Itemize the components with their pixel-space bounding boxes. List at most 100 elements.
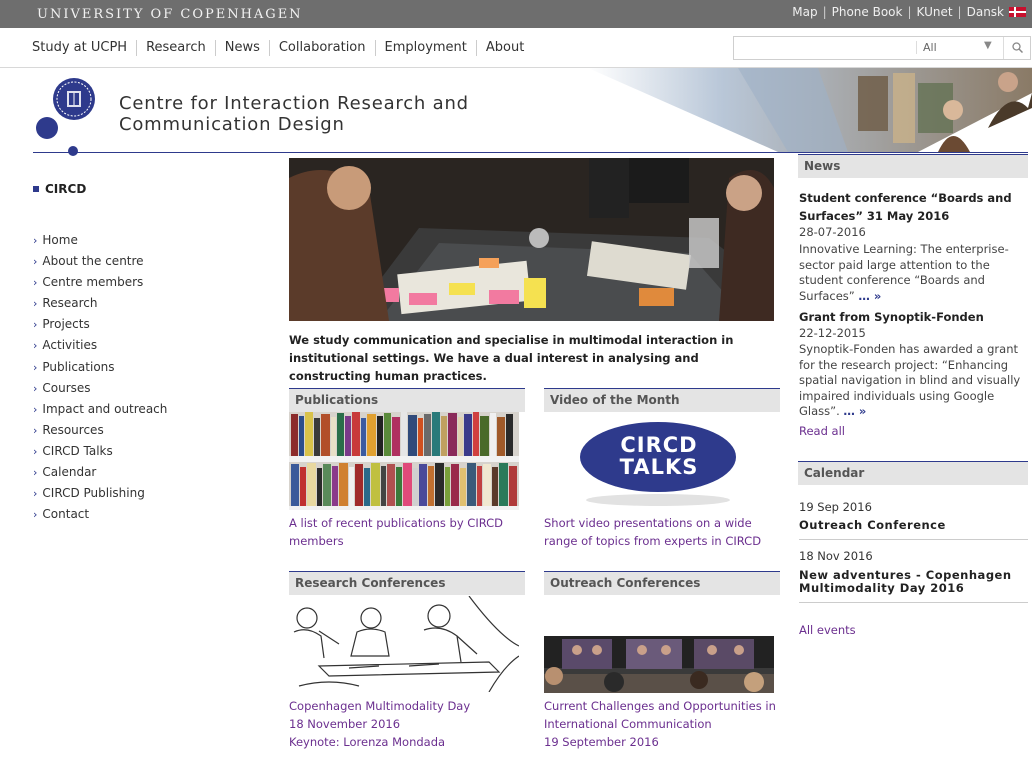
hero-photo-meeting — [289, 158, 774, 321]
outreach-conference-link-line3: 19 September 2016 — [544, 735, 659, 749]
publications-bookshelf-image[interactable] — [289, 412, 519, 510]
video-link[interactable]: Short video presentations on a wide rang… — [544, 514, 769, 550]
decorative-dot — [68, 146, 78, 156]
read-all-link[interactable]: Read all — [799, 424, 845, 438]
chevron-right-icon: › — [33, 381, 38, 395]
news-item-text: Innovative Learning: The enterprise-sect… — [799, 242, 1029, 304]
leftnav-item-resources[interactable]: › Resources — [33, 423, 167, 444]
nav-collaboration[interactable]: Collaboration — [268, 40, 375, 56]
leftnav-label: CIRCD Publishing — [42, 486, 145, 501]
leftnav-item-calendar[interactable]: › Calendar — [33, 465, 167, 486]
leftnav-label: Publications — [42, 359, 115, 374]
leftnav-item-members[interactable]: › Centre members — [33, 275, 167, 296]
dansk-link[interactable]: Dansk — [967, 5, 1004, 19]
site-title[interactable]: Centre for Interaction Research and Comm… — [119, 93, 469, 135]
leftnav-label: Contact — [42, 507, 90, 522]
nav-employment[interactable]: Employment — [374, 40, 476, 56]
university-seal-logo[interactable] — [53, 78, 95, 120]
site-title-line2: Communication Design — [119, 114, 345, 135]
leftnav-label: Home — [42, 233, 78, 247]
section-heading-circd[interactable]: CIRCD — [33, 182, 86, 196]
calendar-heading[interactable]: Calendar — [798, 461, 1028, 485]
outreach-conference-link-line1: Current Challenges and Opportunities in — [544, 699, 776, 713]
chevron-right-icon: › — [33, 360, 38, 374]
leftnav-label: CIRCD Talks — [42, 443, 113, 458]
chevron-right-icon: › — [33, 318, 38, 332]
section-heading-label: CIRCD — [45, 182, 87, 196]
intro-text: We study communication and specialise in… — [289, 333, 734, 383]
chevron-right-icon: › — [33, 444, 38, 458]
chevron-right-icon: › — [33, 255, 38, 269]
nav-research[interactable]: Research — [136, 40, 215, 56]
chevron-right-icon: › — [33, 487, 38, 501]
event-title[interactable]: Outreach Conference — [799, 519, 1019, 532]
separator: | — [907, 5, 912, 19]
outreach-conferences-heading[interactable]: Outreach Conferences — [544, 571, 780, 595]
chevron-right-icon: › — [33, 297, 38, 311]
event-date: 19 Sep 2016 — [799, 500, 872, 514]
danish-flag-icon[interactable] — [1009, 7, 1026, 17]
news-heading[interactable]: News — [798, 154, 1028, 178]
top-links: Map | Phone Book | KUnet | Dansk — [792, 5, 1026, 19]
leftnav-item-circd-talks[interactable]: › CIRCD Talks — [33, 444, 167, 465]
leftnav-label: Activities — [42, 338, 98, 353]
news-item-date: 22-12-2015 — [799, 326, 866, 340]
news-item-title[interactable]: Grant from Synoptik-Fonden — [799, 308, 1029, 326]
circd-talks-badge[interactable]: CIRCD TALKS — [544, 412, 774, 510]
leftnav-label: Projects — [42, 317, 90, 332]
event-title[interactable]: New adventures - Copenhagen Multimodalit… — [799, 569, 1019, 595]
leftnav-label: Research — [42, 296, 98, 311]
chevron-right-icon: › — [33, 466, 38, 480]
map-link[interactable]: Map — [792, 5, 817, 19]
search-scope-select[interactable]: All — [916, 41, 937, 54]
nav-study-at-ucph[interactable]: Study at UCPH — [32, 40, 136, 56]
leftnav-item-publications[interactable]: › Publications — [33, 360, 167, 381]
event-date: 18 Nov 2016 — [799, 549, 873, 563]
research-conference-link[interactable]: Copenhagen Multimodality Day 18 November… — [289, 697, 470, 751]
read-more-link[interactable]: … » — [843, 404, 866, 418]
decorative-dot — [36, 117, 58, 139]
news-item-date: 28-07-2016 — [799, 225, 866, 239]
kunet-link[interactable]: KUnet — [917, 5, 953, 19]
research-conference-drawing[interactable] — [289, 596, 519, 692]
chevron-down-icon[interactable]: ▼ — [984, 40, 992, 51]
leftnav-item-projects[interactable]: › Projects — [33, 317, 167, 338]
event-divider — [799, 602, 1028, 603]
publications-link[interactable]: A list of recent publications by CIRCD m… — [289, 514, 509, 550]
search-box[interactable]: All ▼ — [733, 36, 1031, 60]
leftnav-label: Calendar — [42, 465, 97, 480]
top-bar: UNIVERSITY OF COPENHAGEN Map | Phone Boo… — [0, 0, 1032, 28]
publications-heading[interactable]: Publications — [289, 388, 525, 412]
outreach-conference-link-line2: International Communication — [544, 717, 712, 731]
outreach-conference-link[interactable]: Current Challenges and Opportunities in … — [544, 697, 776, 751]
leftnav-item-activities[interactable]: › Activities — [33, 338, 167, 359]
research-conferences-heading[interactable]: Research Conferences — [289, 571, 525, 595]
outreach-conference-photo[interactable] — [544, 636, 774, 693]
nav-about[interactable]: About — [475, 40, 533, 56]
leftnav-label: Courses — [42, 380, 91, 395]
read-more-link[interactable]: … » — [858, 289, 881, 303]
chevron-right-icon: › — [33, 508, 38, 522]
chevron-right-icon: › — [33, 402, 38, 416]
leftnav-item-research[interactable]: › Research — [33, 296, 167, 317]
leftnav-item-impact[interactable]: › Impact and outreach — [33, 402, 167, 423]
university-name[interactable]: UNIVERSITY OF COPENHAGEN — [37, 7, 303, 22]
left-nav: › Home › About the centre › Centre members … — [33, 233, 167, 528]
leftnav-item-home[interactable]: › Home — [33, 233, 167, 254]
news-item-title[interactable]: Student conference “Boards and Surfaces”… — [799, 189, 1029, 225]
leftnav-item-contact[interactable]: › Contact — [33, 507, 167, 528]
research-conference-link-line3: Keynote: Lorenza Mondada — [289, 735, 446, 749]
badge-line1: CIRCD — [620, 433, 698, 457]
video-of-month-heading[interactable]: Video of the Month — [544, 388, 780, 412]
nav-news[interactable]: News — [214, 40, 269, 56]
phone-book-link[interactable]: Phone Book — [832, 5, 903, 19]
news-item-text-body: Innovative Learning: The enterprise-sect… — [799, 242, 1009, 303]
all-events-link[interactable]: All events — [799, 623, 856, 637]
chevron-right-icon: › — [33, 339, 38, 353]
leftnav-item-about[interactable]: › About the centre — [33, 254, 167, 275]
chevron-right-icon: › — [33, 423, 38, 437]
leftnav-item-courses[interactable]: › Courses — [33, 381, 167, 402]
leftnav-item-circd-publishing[interactable]: › CIRCD Publishing — [33, 486, 167, 507]
header-banner-image — [588, 68, 1032, 152]
search-icon[interactable] — [1003, 37, 1030, 59]
